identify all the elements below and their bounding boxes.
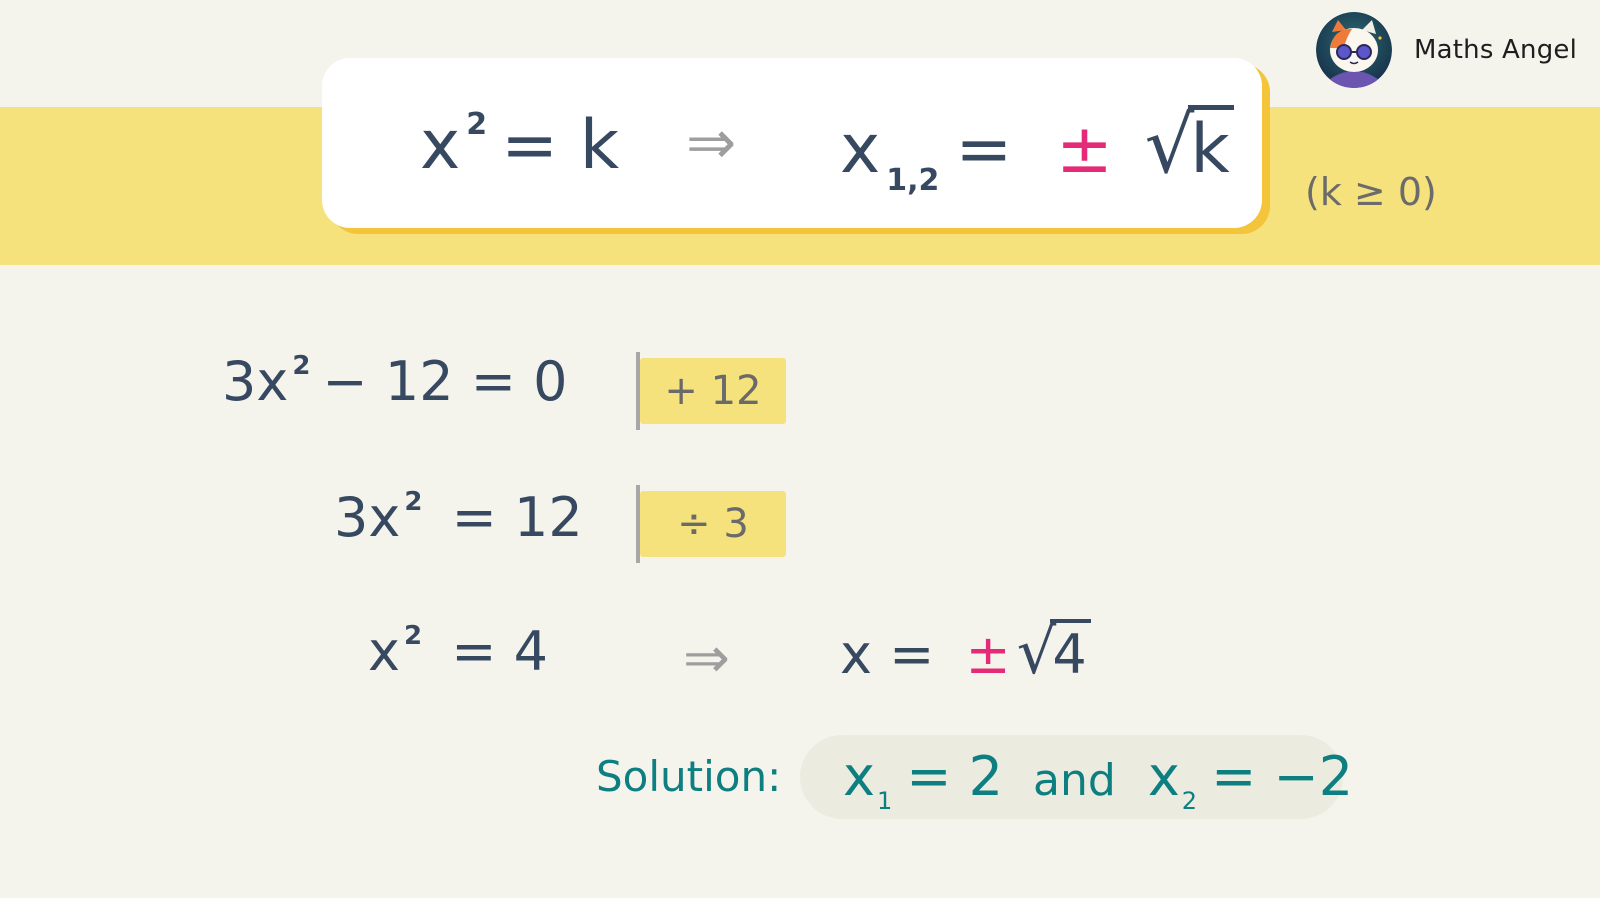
step-1-rest: − 12 = 0 — [322, 350, 568, 413]
rule-rhs-subscript: 1,2 — [886, 163, 940, 198]
implies-arrow-icon: ⇒ — [686, 108, 737, 178]
step-3-term: x — [368, 620, 400, 683]
rule-rhs-equals: = — [955, 110, 1013, 189]
brand-name: Maths Angel — [1414, 35, 1578, 65]
x2-value: = −2 — [1211, 745, 1354, 808]
cat-mascot-avatar-icon — [1316, 12, 1392, 88]
operation-badge-divide: ÷ 3 — [640, 491, 786, 557]
radicand: 4 — [1050, 619, 1091, 686]
x1-value: = 2 — [906, 745, 1004, 808]
plus-minus-sign: ± — [965, 623, 1011, 686]
step-2-exponent: 2 — [404, 487, 423, 517]
solution-connector: and — [1033, 755, 1116, 806]
step-3-exponent: 2 — [403, 621, 423, 651]
x1-var: x — [843, 745, 875, 808]
step-2-rest: = 12 — [434, 486, 583, 549]
operation-badge-add: + 12 — [640, 358, 786, 424]
x2-var: x — [1147, 745, 1180, 808]
brand-logo: Maths Angel — [1316, 12, 1577, 88]
step-2-term: 3x — [334, 486, 401, 549]
rule-lhs: x 2 = k — [420, 106, 620, 197]
radicand: k — [1188, 105, 1234, 189]
square-root: √4 — [1017, 619, 1091, 686]
solution-values: x1 = 2 and x2 = −2 — [843, 745, 1354, 815]
rule-lhs-exponent: 2 — [466, 107, 488, 142]
step-3-result: x = ±√4 — [840, 619, 1091, 686]
rule-rhs-var: x — [840, 110, 881, 189]
step-1-equation: 3x 2 − 12 = 0 — [222, 350, 568, 422]
step-2-equation: 3x 2 = 12 — [334, 486, 583, 558]
solution-label: Solution: — [596, 752, 782, 801]
square-root: √k — [1145, 105, 1234, 189]
step-3-equation: x2 = 4 — [368, 620, 548, 692]
step-1-term: 3x — [222, 350, 289, 413]
rule-lhs-k: k — [579, 106, 620, 185]
rule-lhs-equals: = — [501, 106, 559, 185]
condition-note: (k ≥ 0) — [1305, 170, 1437, 214]
step-3-rest: = 4 — [434, 620, 548, 683]
radical-sign-icon: √ — [1144, 101, 1195, 191]
step-3-result-var: x = — [840, 623, 935, 686]
step-1-exponent: 2 — [292, 351, 311, 381]
implies-arrow-icon: ⇒ — [683, 626, 730, 691]
x1-index: 1 — [876, 787, 893, 815]
rule-lhs-base: x — [420, 106, 461, 185]
plus-minus-sign: ± — [1056, 110, 1113, 189]
rule-rhs: x 1,2 = ± √k — [840, 105, 1234, 201]
x2-index: 2 — [1181, 787, 1198, 815]
